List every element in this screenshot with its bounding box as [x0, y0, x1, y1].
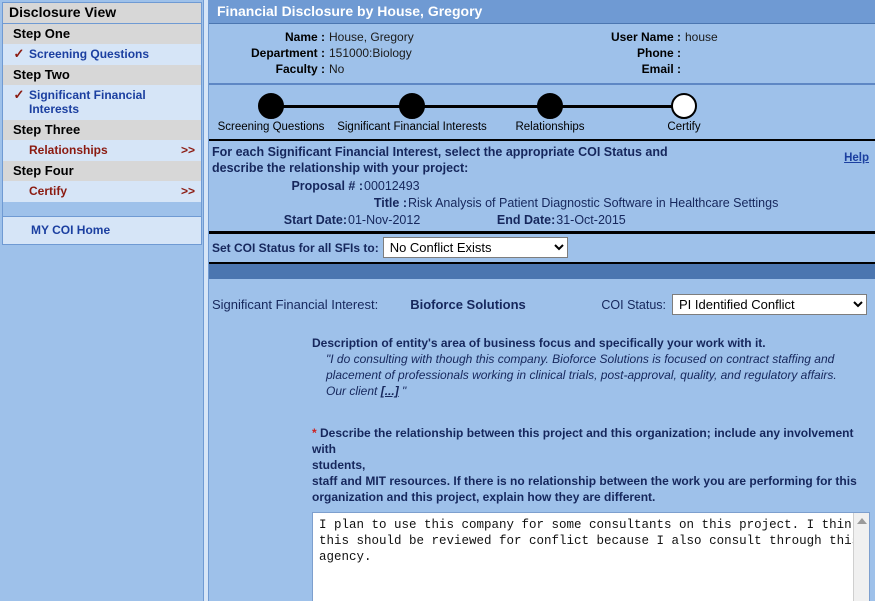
info-row: Faculty : No Email : [209, 61, 875, 77]
description-heading: Description of entity's area of business… [312, 336, 766, 350]
textarea-scrollbar[interactable] [853, 513, 869, 601]
proposal-number-label: Proposal # : [291, 179, 363, 193]
user-info-block: Name : House, Gregory User Name : house … [209, 24, 875, 85]
sidebar-title: Disclosure View [3, 3, 201, 24]
chevron-right-icon: >> [180, 143, 195, 157]
end-date-value: 31-Oct-2015 [556, 213, 626, 227]
chevron-right-icon: >> [180, 184, 195, 198]
sidebar-spacer [3, 202, 201, 217]
sidebar-step-header-four: Step Four [3, 161, 201, 181]
proposal-number-row: Proposal # : 00012493 [212, 176, 875, 195]
sidebar-step-header-two: Step Two [3, 65, 201, 85]
proposal-title-label: Title : [373, 196, 407, 210]
coi-status-select[interactable]: PI Identified ConflictNo Conflict Exists… [672, 294, 867, 315]
sidebar-item-label: Relationships [29, 143, 108, 157]
help-link[interactable]: Help [844, 152, 869, 164]
required-marker: * [312, 426, 317, 440]
relationship-prompt: * Describe the relationship between this… [312, 399, 872, 505]
sidebar-item-my-coi-home[interactable]: MY COI Home [3, 217, 201, 245]
description-quote-line-2: placement of professionals working in cl… [326, 368, 837, 382]
instruction-line-1: For each Significant Financial Interest,… [212, 145, 668, 159]
proposal-title-row: Title : Risk Analysis of Patient Diagnos… [212, 195, 875, 212]
info-field-department: Department : 151000:Biology [209, 45, 589, 61]
description-quote: "I do consulting with though this compan… [312, 351, 864, 399]
progress-stepper: Screening Questions Significant Financia… [209, 85, 875, 141]
info-label: Phone : [637, 46, 681, 60]
sfi-label: Significant Financial Interest: [212, 297, 379, 312]
info-field-name: Name : House, Gregory [209, 29, 589, 45]
proposal-dates-row: Start Date: 01-Nov-2012 End Date: 31-Oct… [212, 212, 875, 229]
stepper-label-certify: Certify [667, 121, 701, 133]
sidebar-item-label: Significant Financial Interests [29, 88, 146, 116]
relationship-prompt-line-1: Describe the relationship between this p… [312, 426, 854, 456]
info-value: No [329, 62, 345, 76]
info-value: 151000:Biology [329, 46, 412, 60]
check-icon: ✓ [13, 46, 25, 61]
info-field-faculty: Faculty : No [209, 61, 589, 77]
info-label: Department : [250, 46, 325, 60]
sidebar-step-header-three: Step Three [3, 120, 201, 140]
coi-disclosure-page: Disclosure View Step One ✓ Screening Que… [0, 0, 875, 601]
sidebar-item-screening-questions[interactable]: ✓ Screening Questions [3, 44, 201, 65]
info-row: Department : 151000:Biology Phone : [209, 45, 875, 61]
sidebar-item-relationships[interactable]: Relationships >> [3, 140, 201, 161]
info-label: Faculty : [275, 62, 325, 76]
sfi-header-row: Significant Financial Interest: Bioforce… [209, 280, 875, 317]
sidebar-item-significant-financial-interests[interactable]: ✓ Significant Financial Interests [3, 85, 201, 120]
info-field-email: Email : [589, 61, 875, 77]
instruction-line-2: describe the relationship with your proj… [212, 161, 469, 175]
start-date-value: 01-Nov-2012 [348, 213, 421, 227]
stepper-label-screening-questions: Screening Questions [217, 121, 325, 133]
info-field-username: User Name : house [589, 29, 875, 45]
coi-status-group: COI Status: PI Identified ConflictNo Con… [601, 294, 875, 315]
stepper-label-relationships: Relationships [515, 121, 585, 133]
end-date-label: End Date: [496, 213, 556, 227]
start-date-label: Start Date: [283, 213, 347, 227]
info-label: User Name : [610, 30, 681, 44]
instructions-block: Help For each Significant Financial Inte… [209, 141, 875, 234]
relationship-textarea[interactable] [313, 513, 869, 601]
sidebar-item-label: Screening Questions [29, 47, 150, 61]
set-all-coi-status-label: Set COI Status for all SFIs to: [212, 240, 379, 255]
sfi-body: Description of entity's area of business… [209, 317, 875, 601]
scroll-up-arrow-icon[interactable] [857, 518, 867, 524]
sidebar: Disclosure View Step One ✓ Screening Que… [0, 0, 203, 601]
expand-description-link[interactable]: [...] [381, 384, 399, 398]
set-all-coi-status-row: Set COI Status for all SFIs to: No Confl… [209, 234, 875, 264]
description-quote-line-1: "I do consulting with though this compan… [326, 352, 835, 366]
stepper-node-screening-questions[interactable] [258, 93, 284, 119]
sidebar-item-certify[interactable]: Certify >> [3, 181, 201, 202]
page-title: Financial Disclosure by House, Gregory [209, 0, 875, 24]
sidebar-nav-panel: Disclosure View Step One ✓ Screening Que… [2, 2, 202, 245]
info-label: Email : [641, 62, 681, 76]
info-field-phone: Phone : [589, 45, 875, 61]
sidebar-item-label: Certify [29, 184, 68, 198]
main-content: Financial Disclosure by House, Gregory N… [209, 0, 875, 601]
stepper-label-significant-financial-interests: Significant Financial Interests [337, 121, 487, 133]
stepper-node-certify[interactable] [671, 93, 697, 119]
stepper-node-significant-financial-interests[interactable] [399, 93, 425, 119]
sidebar-step-header-one: Step One [3, 24, 201, 44]
sidebar-item-label: MY COI Home [31, 223, 111, 237]
sfi-entity-name: Bioforce Solutions [410, 297, 526, 312]
description-quote-close: " [402, 384, 407, 398]
coi-status-label: COI Status: [601, 297, 666, 312]
proposal-number-value: 00012493 [364, 179, 420, 193]
section-divider-bar [209, 264, 875, 280]
stepper-node-relationships[interactable] [537, 93, 563, 119]
description-quote-line-3: Our client [326, 384, 378, 398]
relationship-prompt-line-4: organization and this project, explain h… [312, 490, 656, 504]
info-label: Name : [284, 30, 325, 44]
info-value: House, Gregory [329, 30, 414, 44]
info-row: Name : House, Gregory User Name : house [209, 29, 875, 45]
check-icon: ✓ [13, 87, 25, 102]
relationship-prompt-line-2: students, [312, 458, 366, 472]
info-value: house [685, 30, 718, 44]
relationship-prompt-line-3: staff and MIT resources. If there is no … [312, 474, 857, 488]
set-all-coi-status-select[interactable]: No Conflict ExistsPI Identified Conflict… [382, 237, 568, 258]
stepper-connector-line [271, 105, 696, 108]
relationship-textarea-wrapper [312, 512, 870, 601]
proposal-title-value: Risk Analysis of Patient Diagnostic Soft… [408, 196, 779, 210]
